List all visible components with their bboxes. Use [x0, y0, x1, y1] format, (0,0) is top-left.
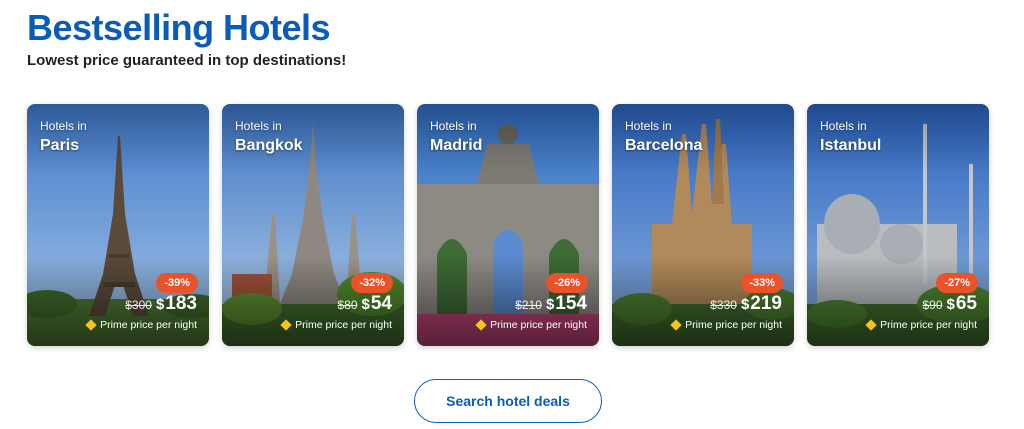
new-price: $183 — [155, 293, 197, 314]
old-price: $300 — [125, 298, 152, 312]
diamond-icon — [280, 319, 292, 331]
search-hotel-deals-button[interactable]: Search hotel deals — [414, 379, 602, 423]
price-row: $90 $65 — [922, 293, 977, 315]
city-name: Istanbul — [820, 137, 882, 154]
price-row: $210 $154 — [515, 293, 587, 315]
hotels-in-label: Hotels in — [430, 119, 477, 133]
old-price: $80 — [337, 298, 358, 312]
diamond-icon — [865, 319, 877, 331]
hotels-in-label: Hotels in — [235, 119, 282, 133]
discount-badge: -27% — [936, 273, 978, 293]
hotels-in-label: Hotels in — [40, 119, 87, 133]
diamond-icon — [670, 319, 682, 331]
hotel-cards: Hotels in Paris -39% $300 $183 Prime pri… — [27, 104, 989, 346]
section-header: Bestselling Hotels Lowest price guarante… — [27, 8, 346, 70]
prime-price-note: Prime price per night — [280, 319, 392, 331]
hotels-in-label: Hotels in — [820, 119, 867, 133]
discount-badge: -39% — [156, 273, 198, 293]
hotel-card-paris[interactable]: Hotels in Paris -39% $300 $183 Prime pri… — [27, 104, 209, 346]
price-row: $330 $219 — [710, 293, 782, 315]
prime-price-note: Prime price per night — [475, 319, 587, 331]
prime-price-note: Prime price per night — [670, 319, 782, 331]
prime-price-note: Prime price per night — [85, 319, 197, 331]
hotels-in-label: Hotels in — [625, 119, 672, 133]
old-price: $210 — [515, 298, 542, 312]
new-price: $219 — [740, 293, 782, 314]
new-price: $54 — [361, 293, 392, 314]
diamond-icon — [85, 319, 97, 331]
new-price: $65 — [946, 293, 977, 314]
city-name: Madrid — [430, 137, 483, 154]
price-row: $80 $54 — [337, 293, 392, 315]
city-name: Barcelona — [625, 137, 703, 154]
diamond-icon — [475, 319, 487, 331]
prime-price-note: Prime price per night — [865, 319, 977, 331]
new-price: $154 — [545, 293, 587, 314]
old-price: $90 — [922, 298, 943, 312]
hotel-card-madrid[interactable]: Hotels in Madrid -26% $210 $154 Prime pr… — [417, 104, 599, 346]
hotel-card-barcelona[interactable]: Hotels in Barcelona -33% $330 $219 Prime… — [612, 104, 794, 346]
discount-badge: -33% — [741, 273, 783, 293]
hotel-card-istanbul[interactable]: Hotels in Istanbul -27% $90 $65 Prime pr… — [807, 104, 989, 346]
discount-badge: -32% — [351, 273, 393, 293]
page-title: Bestselling Hotels — [27, 7, 331, 48]
price-row: $300 $183 — [125, 293, 197, 315]
discount-badge: -26% — [546, 273, 588, 293]
old-price: $330 — [710, 298, 737, 312]
hotel-card-bangkok[interactable]: Hotels in Bangkok -32% $80 $54 Prime pri… — [222, 104, 404, 346]
city-name: Paris — [40, 137, 80, 154]
page-subtitle: Lowest price guaranteed in top destinati… — [27, 52, 347, 69]
city-name: Bangkok — [235, 137, 303, 154]
